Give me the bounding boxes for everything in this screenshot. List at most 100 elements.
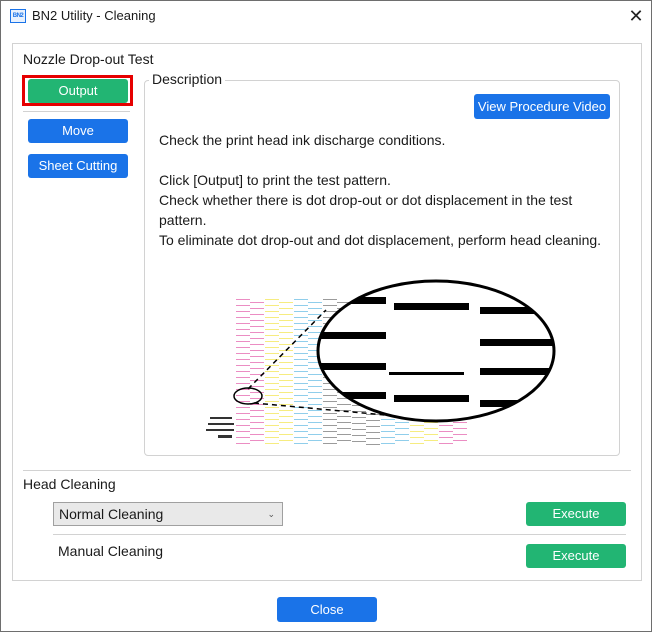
pattern-stripe: [236, 317, 250, 318]
pattern-stripe: [337, 404, 351, 405]
pattern-stripe: [308, 332, 322, 333]
description-text: Check the print head ink discharge condi…: [159, 130, 609, 250]
cleaning-type-select[interactable]: Normal Cleaning ⌄: [53, 502, 283, 526]
pattern-stripe: [395, 422, 409, 423]
pattern-stripe: [236, 335, 250, 336]
pattern-stripe: [294, 443, 308, 444]
pattern-stripe: [279, 326, 293, 327]
pattern-stripe: [366, 420, 380, 421]
pattern-stripe: [294, 401, 308, 402]
move-button[interactable]: Move: [28, 119, 128, 143]
pattern-stripe: [250, 410, 264, 411]
pattern-stripe: [279, 308, 293, 309]
pattern-stripe: [236, 299, 250, 300]
pattern-stripe: [439, 443, 453, 444]
pattern-stripe: [279, 362, 293, 363]
sheet-cutting-button[interactable]: Sheet Cutting: [28, 154, 128, 178]
pattern-stripe: [308, 386, 322, 387]
pattern-stripe: [352, 435, 366, 436]
pattern-stripe: [236, 407, 250, 408]
pattern-stripe: [250, 356, 264, 357]
pattern-stripe: [236, 395, 250, 396]
pattern-stripe: [308, 440, 322, 441]
pattern-stripe: [410, 437, 424, 438]
pattern-stripe: [453, 434, 467, 435]
pattern-stripe: [265, 401, 279, 402]
pattern-timestamp-text: [206, 417, 234, 438]
pattern-stripe: [294, 353, 308, 354]
pattern-stripe: [308, 434, 322, 435]
pattern-stripe: [250, 326, 264, 327]
left-divider: [23, 111, 130, 112]
pattern-stripe: [236, 347, 250, 348]
pattern-stripe: [265, 419, 279, 420]
pattern-stripe: [279, 302, 293, 303]
title-bar: BN2 BN2 Utility - Cleaning ✕: [1, 1, 651, 32]
pattern-stripe: [410, 431, 424, 432]
pattern-stripe: [250, 386, 264, 387]
pattern-stripe: [279, 440, 293, 441]
pattern-stripe: [265, 437, 279, 438]
pattern-stripe: [265, 323, 279, 324]
pattern-stripe: [294, 359, 308, 360]
pattern-stripe: [236, 377, 250, 378]
pattern-stripe: [424, 434, 438, 435]
pattern-stripe: [294, 299, 308, 300]
pattern-stripe: [323, 395, 337, 396]
pattern-stripe: [323, 443, 337, 444]
pattern-stripe: [323, 425, 337, 426]
description-legend: Description: [149, 71, 226, 87]
description-line: To eliminate dot drop-out and dot displa…: [159, 232, 602, 248]
pattern-stripe: [308, 326, 322, 327]
window-close-icon[interactable]: ✕: [623, 5, 649, 27]
pattern-stripe: [236, 443, 250, 444]
pattern-stripe: [265, 347, 279, 348]
pattern-stripe: [323, 431, 337, 432]
pattern-stripe: [279, 368, 293, 369]
pattern-stripe: [323, 305, 337, 306]
pattern-stripe: [337, 416, 351, 417]
pattern-stripe: [323, 413, 337, 414]
pattern-stripe: [279, 338, 293, 339]
execute-manual-cleaning-button[interactable]: Execute: [526, 544, 626, 568]
pattern-stripe: [250, 314, 264, 315]
pattern-stripe: [250, 344, 264, 345]
pattern-stripe: [323, 401, 337, 402]
pattern-stripe: [250, 416, 264, 417]
pattern-stripe: [279, 386, 293, 387]
pattern-stripe: [279, 410, 293, 411]
pattern-stripe: [424, 428, 438, 429]
pattern-stripe: [308, 410, 322, 411]
pattern-stripe: [250, 440, 264, 441]
pattern-stripe: [236, 365, 250, 366]
pattern-stripe: [294, 347, 308, 348]
pattern-stripe: [279, 374, 293, 375]
pattern-stripe: [294, 371, 308, 372]
pattern-stripe: [279, 380, 293, 381]
pattern-stripe: [308, 392, 322, 393]
execute-cleaning-button[interactable]: Execute: [526, 502, 626, 526]
pattern-stripe: [410, 425, 424, 426]
pattern-stripe: [265, 317, 279, 318]
description-line: Check the print head ink discharge condi…: [159, 132, 446, 148]
output-button[interactable]: Output: [28, 79, 128, 103]
pattern-stripe: [308, 320, 322, 321]
pattern-stripe: [236, 419, 250, 420]
pattern-stripe: [308, 428, 322, 429]
pattern-stripe: [381, 437, 395, 438]
pattern-stripe: [279, 398, 293, 399]
pattern-stripe: [279, 314, 293, 315]
view-procedure-video-button[interactable]: View Procedure Video: [474, 94, 610, 119]
pattern-stripe: [265, 311, 279, 312]
pattern-stripe: [250, 350, 264, 351]
pattern-stripe: [279, 416, 293, 417]
pattern-stripe: [294, 383, 308, 384]
cleaning-window: BN2 BN2 Utility - Cleaning ✕ Nozzle Drop…: [0, 0, 652, 632]
pattern-stripe: [366, 432, 380, 433]
pattern-stripe: [236, 329, 250, 330]
pattern-stripe: [381, 443, 395, 444]
pattern-stripe: [410, 443, 424, 444]
cleaning-divider: [53, 534, 626, 535]
close-button[interactable]: Close: [277, 597, 377, 622]
pattern-stripe: [279, 428, 293, 429]
